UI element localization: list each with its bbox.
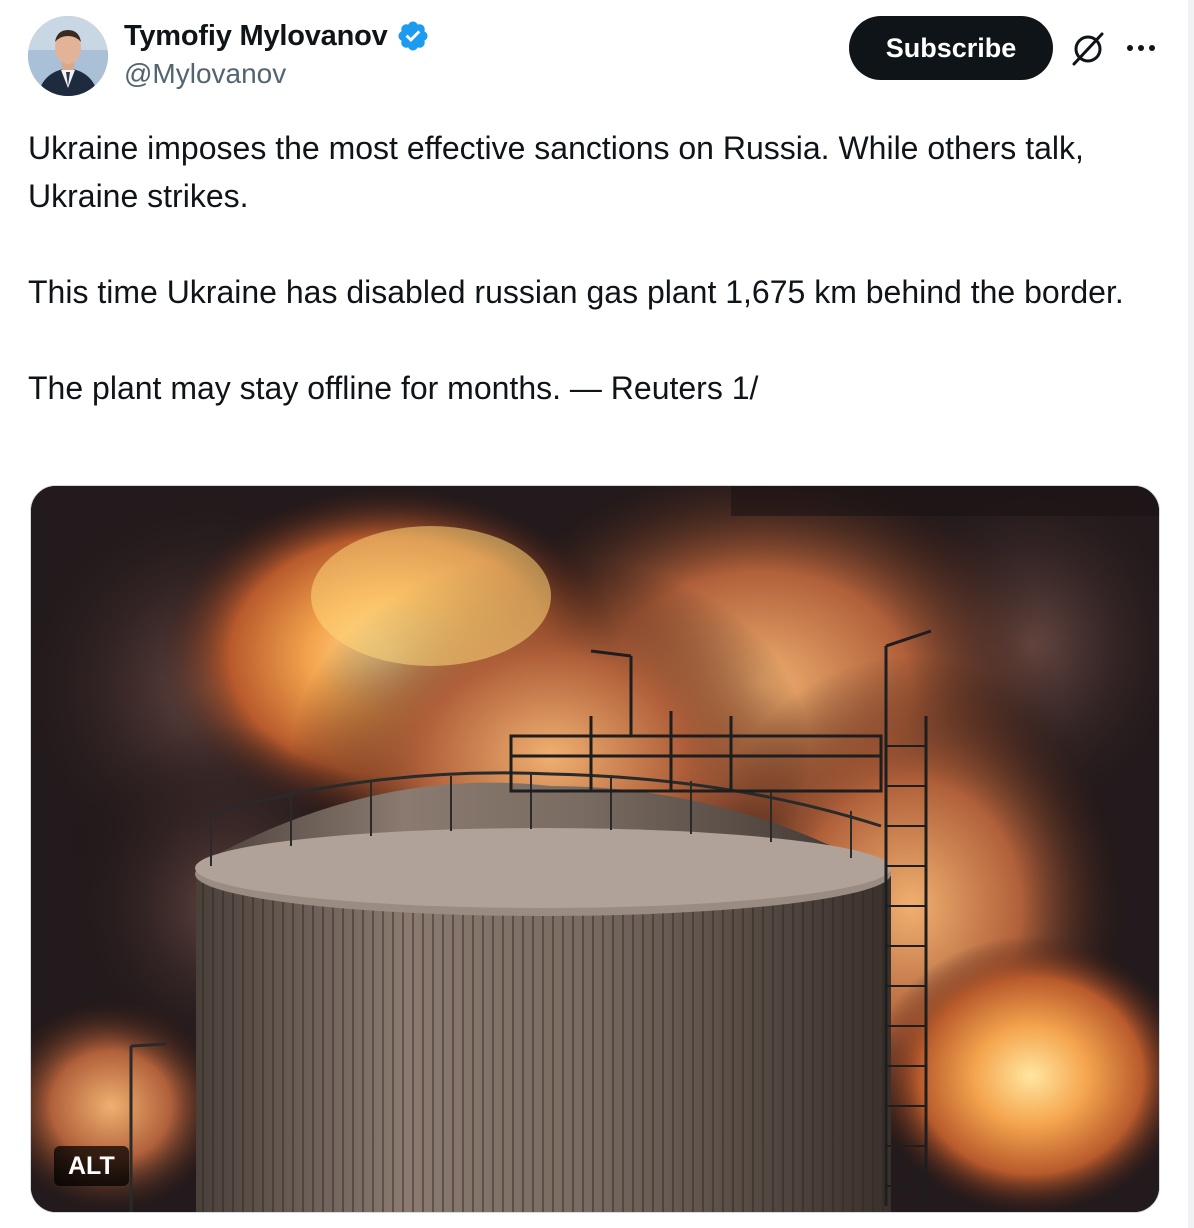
- author-handle[interactable]: @Mylovanov: [124, 58, 430, 90]
- author-display-name[interactable]: Tymofiy Mylovanov: [124, 20, 388, 53]
- alt-text-badge[interactable]: ALT: [54, 1146, 129, 1186]
- tweet-text: Ukraine imposes the most effective sanct…: [28, 124, 1148, 412]
- more-horizontal-icon[interactable]: [1124, 34, 1158, 62]
- verified-badge-icon: [396, 19, 430, 53]
- tweet-paragraph: The plant may stay offline for months. —…: [28, 370, 759, 406]
- profile-photo-icon: [28, 16, 108, 96]
- avatar[interactable]: [28, 16, 108, 96]
- subscribe-button[interactable]: Subscribe: [849, 16, 1053, 80]
- tweet-card: Tymofiy Mylovanov @Mylovanov Subscribe U…: [0, 0, 1194, 1228]
- tweet-media-photo[interactable]: [30, 485, 1160, 1213]
- tweet-paragraph: Ukraine imposes the most effective sanct…: [28, 130, 1084, 214]
- author-block: Tymofiy Mylovanov @Mylovanov: [124, 16, 430, 90]
- grok-icon[interactable]: [1068, 28, 1108, 68]
- photo-storage-tank-fire-icon: [31, 486, 1159, 1212]
- tweet-paragraph: This time Ukraine has disabled russian g…: [28, 274, 1124, 310]
- scrollbar-track: [1188, 0, 1194, 1228]
